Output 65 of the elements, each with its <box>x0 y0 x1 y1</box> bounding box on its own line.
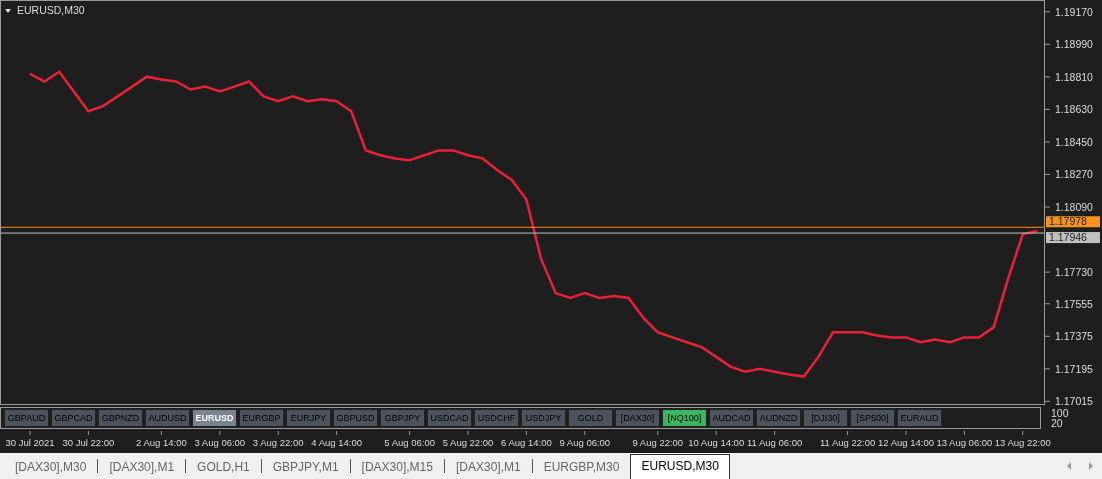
chart-tab[interactable]: EURUSD,M30 <box>630 454 730 479</box>
time-axis-label: 30 Jul 2021 <box>5 437 55 448</box>
time-axis-label: 3 Aug 22:00 <box>252 437 304 448</box>
symbol-button[interactable]: EURJPY <box>286 409 331 427</box>
price-axis-label: 1.17015 <box>1055 395 1093 405</box>
dropdown-icon[interactable] <box>5 9 11 13</box>
price-axis-label: 1.18450 <box>1055 135 1093 148</box>
indicator-scale-label: 100 <box>1051 408 1069 418</box>
symbol-button[interactable]: EURGBP <box>239 409 284 427</box>
chart-tab[interactable]: GOLD,H1 <box>186 456 261 479</box>
time-axis-label: 9 Aug 06:00 <box>559 437 611 448</box>
symbol-button[interactable]: EURUSD <box>192 409 237 427</box>
time-axis-label: 30 Jul 22:00 <box>62 437 115 448</box>
symbol-button[interactable]: USDJPY <box>521 409 566 427</box>
time-axis-label: 11 Aug 22:00 <box>819 437 876 448</box>
time-axis-label: 5 Aug 22:00 <box>442 437 494 448</box>
symbol-button[interactable]: AUDNZD <box>756 409 801 427</box>
chart-title: EURUSD,M30 <box>17 4 85 16</box>
price-axis-label: 1.18270 <box>1055 168 1093 181</box>
indicator-scale-label: 20 <box>1051 418 1064 428</box>
price-axis-label: 1.19170 <box>1055 5 1093 18</box>
chart-tab[interactable]: [DAX30],M1 <box>444 456 532 479</box>
symbol-button[interactable]: GBPUSD <box>333 409 378 427</box>
price-axis-label: 1.17195 <box>1055 362 1093 375</box>
chart-tab[interactable]: EURGBP,M30 <box>532 456 631 479</box>
price-axis-label: 1.17375 <box>1055 330 1093 343</box>
time-axis-label: 13 Aug 22:00 <box>994 437 1051 448</box>
price-axis-label: 1.17555 <box>1055 297 1093 310</box>
price-axis-label: 1.17730 <box>1055 266 1093 279</box>
symbol-button[interactable]: GBPAUD <box>4 409 49 427</box>
symbol-button[interactable]: [NQ100] <box>662 409 707 427</box>
symbol-button[interactable]: GBPCAD <box>51 409 96 427</box>
price-axis-label: 1.18810 <box>1055 70 1093 83</box>
time-axis-label: 13 Aug 06:00 <box>936 437 993 448</box>
symbol-button[interactable]: [DJI30] <box>803 409 848 427</box>
price-axis-label: 1.18630 <box>1055 103 1093 116</box>
time-axis-label: 3 Aug 06:00 <box>194 437 246 448</box>
time-axis-label: 12 Aug 14:00 <box>878 437 934 448</box>
chart-tab[interactable]: GBPJPY,M1 <box>261 456 350 479</box>
symbol-button[interactable]: EURAUD <box>897 409 942 427</box>
time-axis-label: 5 Aug 06:00 <box>384 437 435 448</box>
symbol-button[interactable]: USDCAD <box>427 409 472 427</box>
time-axis-label: 10 Aug 14:00 <box>688 437 745 448</box>
price-axis-label: 1.18090 <box>1055 201 1093 213</box>
symbol-button[interactable]: GOLD <box>568 409 613 427</box>
symbol-button[interactable]: GBPNZD <box>98 409 143 427</box>
chart-tab[interactable]: [DAX30],M30 <box>4 456 98 479</box>
chart-tab[interactable]: [DAX30],M15 <box>350 456 444 479</box>
time-axis-label: 9 Aug 22:00 <box>632 437 684 448</box>
symbol-button[interactable]: AUDUSD <box>145 409 190 427</box>
scroll-left-icon[interactable] <box>1066 462 1072 470</box>
price-tag-label: 1.17978 <box>1049 215 1087 228</box>
time-axis-label: 6 Aug 14:00 <box>501 437 552 448</box>
symbol-button[interactable]: AUDCAD <box>709 409 754 427</box>
time-axis-label: 11 Aug 06:00 <box>746 437 803 448</box>
price-tag-label: 1.17946 <box>1049 231 1087 244</box>
price-axis-label: 1.18990 <box>1055 38 1093 51</box>
symbol-button[interactable]: [DAX30] <box>615 409 660 427</box>
symbol-button[interactable]: [SP500] <box>850 409 895 427</box>
symbol-button[interactable]: USDCHF <box>474 409 519 427</box>
chart-tab[interactable]: [DAX30],M1 <box>98 456 186 479</box>
symbol-button[interactable]: GBPJPY <box>380 409 425 427</box>
time-axis-label: 2 Aug 14:00 <box>136 437 187 448</box>
scroll-right-icon[interactable] <box>1088 462 1094 470</box>
time-axis-label: 4 Aug 14:00 <box>311 437 362 448</box>
